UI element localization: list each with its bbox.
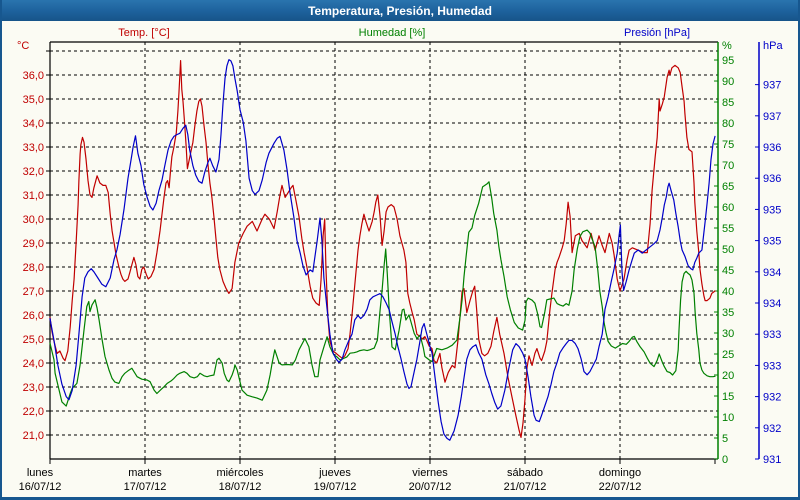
svg-text:937: 937 [763,111,781,123]
svg-text:lunes: lunes [27,467,54,479]
svg-text:70: 70 [722,160,734,172]
svg-text:21,0: 21,0 [23,430,44,442]
svg-text:55: 55 [722,223,734,235]
svg-text:20: 20 [722,370,734,382]
svg-text:20/07/12: 20/07/12 [409,481,452,493]
svg-text:937: 937 [763,80,781,92]
svg-text:33,0: 33,0 [23,142,44,154]
svg-text:935: 935 [763,236,781,248]
pressure-axis: 937 937 936 936 935 935 934 934 933 933 932 932 931 [755,42,781,466]
svg-text:935: 935 [763,204,781,216]
svg-text:932: 932 [763,392,781,404]
svg-text:934: 934 [763,267,781,279]
svg-text:40: 40 [722,286,734,298]
humidity-axis: 95908580757065605550454035302520151050 [714,42,734,466]
svg-text:domingo: domingo [599,467,641,479]
weather-chart-window: Temperatura, Presión, Humedad Temp. [°C]… [0,0,800,500]
svg-text:18/07/12: 18/07/12 [219,481,262,493]
svg-text:75: 75 [722,139,734,151]
series-pressure [50,60,715,441]
svg-text:24,0: 24,0 [23,358,44,370]
svg-text:90: 90 [722,76,734,88]
svg-text:19/07/12: 19/07/12 [314,481,357,493]
svg-text:932: 932 [763,423,781,435]
temp-axis: 36,0 35,0 34,0 33,0 32,0 31,0 30,0 29,0 28,0 27,0… [23,51,50,442]
chart-canvas: 36,0 35,0 34,0 33,0 32,0 31,0 30,0 29,0 28,0 27,0… [2,0,800,500]
svg-text:16/07/12: 16/07/12 [19,481,62,493]
svg-text:28,0: 28,0 [23,262,44,274]
svg-text:931: 931 [763,454,781,466]
svg-text:viernes: viernes [412,467,448,479]
svg-text:35: 35 [722,307,734,319]
svg-text:60: 60 [722,202,734,214]
svg-text:25: 25 [722,349,734,361]
svg-text:5: 5 [722,433,728,445]
svg-text:25,0: 25,0 [23,334,44,346]
svg-text:50: 50 [722,244,734,256]
svg-text:35,0: 35,0 [23,94,44,106]
svg-text:30,0: 30,0 [23,214,44,226]
svg-text:65: 65 [722,181,734,193]
svg-text:martes: martes [128,467,162,479]
svg-text:sábado: sábado [507,467,543,479]
svg-text:31,0: 31,0 [23,190,44,202]
x-axis-labels: lunes 16/07/12 martes 17/07/12 miércoles 18/0… [19,459,715,493]
series-humidity [50,182,715,406]
svg-text:23,0: 23,0 [23,382,44,394]
svg-text:85: 85 [722,97,734,109]
svg-text:36,0: 36,0 [23,70,44,82]
svg-text:27,0: 27,0 [23,286,44,298]
svg-text:jueves: jueves [318,467,351,479]
svg-text:80: 80 [722,118,734,130]
svg-text:933: 933 [763,360,781,372]
svg-text:21/07/12: 21/07/12 [504,481,547,493]
svg-text:45: 45 [722,265,734,277]
svg-text:933: 933 [763,329,781,341]
vertical-gridlines [145,42,620,459]
svg-text:26,0: 26,0 [23,310,44,322]
svg-text:30: 30 [722,328,734,340]
svg-text:15: 15 [722,391,734,403]
svg-text:22/07/12: 22/07/12 [599,481,642,493]
svg-text:34,0: 34,0 [23,118,44,130]
svg-text:934: 934 [763,298,781,310]
svg-text:10: 10 [722,412,734,424]
svg-text:22,0: 22,0 [23,406,44,418]
svg-text:32,0: 32,0 [23,166,44,178]
svg-text:17/07/12: 17/07/12 [124,481,167,493]
svg-text:936: 936 [763,173,781,185]
svg-text:936: 936 [763,142,781,154]
svg-text:0: 0 [722,454,728,466]
svg-text:29,0: 29,0 [23,238,44,250]
svg-text:miércoles: miércoles [216,467,264,479]
svg-text:95: 95 [722,55,734,67]
